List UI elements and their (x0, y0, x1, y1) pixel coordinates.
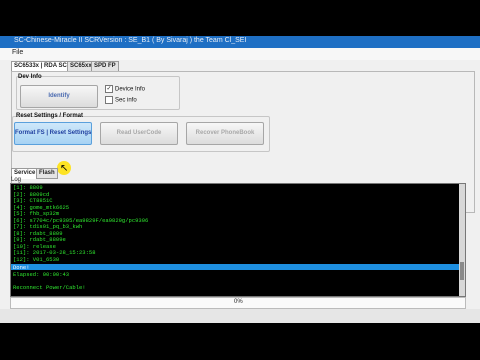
mouse-pointer-icon: ↖ (60, 163, 69, 174)
progress-bar: 0% (10, 297, 466, 309)
device-info-checkbox[interactable]: ✓ Device Info (105, 85, 145, 94)
status-strip (0, 309, 480, 323)
device-info-label: Device Info (115, 86, 146, 93)
dev-info-title: Dev Info (18, 74, 42, 80)
sec-info-check-icon (105, 96, 113, 104)
progress-text: 0% (234, 299, 243, 305)
scrollbar-thumb[interactable] (460, 262, 464, 280)
menu-file[interactable]: File (12, 49, 23, 56)
device-info-check-icon: ✓ (105, 85, 113, 93)
sec-info-checkbox[interactable]: Sec info (105, 96, 137, 105)
reset-format-title: Reset Settings / Format (16, 113, 84, 119)
app-window: SC-Chinese-Miracle II SCRVersion : SE_B1… (0, 36, 480, 323)
log-line: Reconnect Power/Cable! (13, 284, 86, 291)
menu-bar: File (0, 48, 480, 60)
title-bar: SC-Chinese-Miracle II SCRVersion : SE_B1… (0, 36, 480, 48)
sec-info-label: Sec info (115, 97, 137, 104)
log-line: Elapsed: 00:00:43 (13, 271, 70, 278)
log-selection-bar (11, 264, 465, 270)
window-title: SC-Chinese-Miracle II SCRVersion : SE_B1… (14, 37, 247, 44)
log-scrollbar[interactable] (459, 184, 465, 296)
log-line: [12]: V01_6530 (13, 255, 60, 263)
identify-button[interactable]: Identify (20, 85, 98, 108)
recover-phonebook-button[interactable]: Recover PhoneBook (186, 122, 264, 145)
format-reset-button[interactable]: Format FS | Reset Settings (14, 122, 92, 145)
read-usercode-button[interactable]: Read UserCode (100, 122, 178, 145)
log-line-selected: Done! (13, 264, 30, 271)
tab-flash[interactable]: Flash (36, 168, 58, 179)
log-console[interactable]: [1]: 8809 [2]: 8809cd [3]: CT8851C [4]: … (10, 183, 466, 297)
